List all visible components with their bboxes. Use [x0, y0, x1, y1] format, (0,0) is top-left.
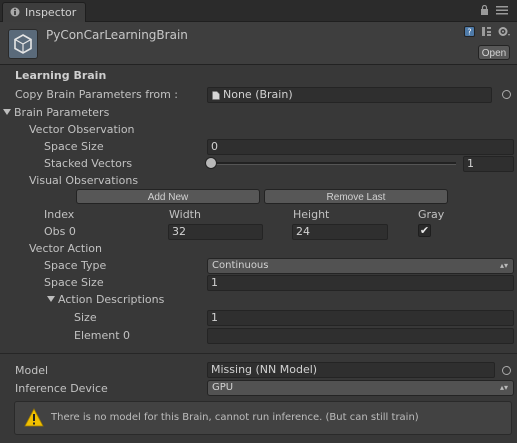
- obs-width-field[interactable]: 32: [168, 224, 263, 240]
- menu-icon[interactable]: [496, 6, 508, 15]
- element0-field[interactable]: [207, 328, 514, 344]
- stacked-vectors-field[interactable]: 1: [463, 156, 514, 172]
- remove-last-button[interactable]: Remove Last: [264, 189, 448, 204]
- action-descriptions-title: Action Descriptions: [58, 293, 165, 306]
- tab-title: Inspector: [25, 6, 77, 19]
- inference-device-dropdown[interactable]: GPU ▴▾: [207, 380, 514, 396]
- column-height: Height: [293, 208, 330, 221]
- copy-brain-label: Copy Brain Parameters from :: [15, 88, 178, 101]
- va-space-size-label: Space Size: [44, 276, 104, 289]
- element0-label: Element 0: [74, 329, 131, 342]
- va-space-size-field[interactable]: 1: [207, 275, 514, 291]
- add-new-button[interactable]: Add New: [76, 189, 260, 204]
- vo-space-size-field[interactable]: 0: [207, 139, 514, 155]
- file-icon: [212, 91, 220, 100]
- warning-message: There is no model for this Brain, cannot…: [51, 412, 419, 423]
- learning-brain-title: Learning Brain: [15, 69, 107, 82]
- space-type-value: Continuous: [212, 260, 269, 271]
- column-width: Width: [169, 208, 201, 221]
- space-type-dropdown[interactable]: Continuous ▴▾: [207, 258, 514, 274]
- foldout-arrow-icon: [3, 109, 11, 115]
- obs-height-field[interactable]: 24: [292, 224, 388, 240]
- lock-icon[interactable]: [480, 5, 489, 15]
- open-button[interactable]: Open: [478, 45, 510, 60]
- tab-inspector[interactable]: Inspector: [2, 2, 86, 22]
- vo-space-size-label: Space Size: [44, 140, 104, 153]
- copy-brain-field[interactable]: None (Brain): [207, 87, 492, 103]
- brain-parameters-title: Brain Parameters: [14, 106, 110, 119]
- space-type-label: Space Type: [44, 259, 107, 272]
- foldout-arrow-icon: [47, 296, 55, 302]
- divider: [0, 353, 517, 354]
- tab-bar: Inspector: [0, 0, 517, 22]
- svg-text:?: ?: [467, 28, 471, 37]
- vector-action-title: Vector Action: [29, 242, 102, 255]
- ad-size-label: Size: [74, 311, 97, 324]
- column-index: Index: [44, 208, 75, 221]
- inspector-header: PyConCarLearningBrain ? Open: [0, 22, 517, 65]
- column-gray: Gray: [418, 208, 445, 221]
- inference-device-value: GPU: [212, 382, 234, 393]
- action-descriptions-foldout[interactable]: Action Descriptions: [47, 293, 164, 306]
- vector-observation-title: Vector Observation: [29, 123, 135, 136]
- asset-icon: [8, 29, 38, 59]
- brain-parameters-foldout[interactable]: Brain Parameters: [3, 106, 109, 119]
- visual-observations-title: Visual Observations: [29, 174, 139, 187]
- gray-checkbox[interactable]: ✔: [418, 224, 431, 237]
- model-field[interactable]: Missing (NN Model): [207, 362, 495, 378]
- model-picker-icon[interactable]: [502, 366, 511, 375]
- gear-icon[interactable]: [498, 26, 511, 37]
- stacked-vectors-slider-track[interactable]: [210, 162, 456, 165]
- object-name: PyConCarLearningBrain: [46, 28, 188, 42]
- help-icon[interactable]: ?: [464, 26, 475, 37]
- stacked-vectors-slider-knob[interactable]: [205, 157, 217, 169]
- warning-icon: [24, 408, 44, 427]
- obs-index: Obs 0: [44, 225, 76, 238]
- copy-brain-value: None (Brain): [223, 88, 293, 101]
- warning-help-box: There is no model for this Brain, cannot…: [14, 401, 512, 435]
- info-icon: [10, 7, 20, 17]
- dropdown-arrows-icon: ▴▾: [499, 383, 508, 392]
- dropdown-arrows-icon: ▴▾: [499, 261, 508, 270]
- model-label: Model: [15, 364, 49, 377]
- object-picker-icon[interactable]: [502, 90, 511, 99]
- ad-size-field[interactable]: 1: [207, 310, 514, 326]
- preset-icon[interactable]: [481, 26, 492, 37]
- stacked-vectors-label: Stacked Vectors: [44, 157, 133, 170]
- inference-device-label: Inference Device: [15, 382, 108, 395]
